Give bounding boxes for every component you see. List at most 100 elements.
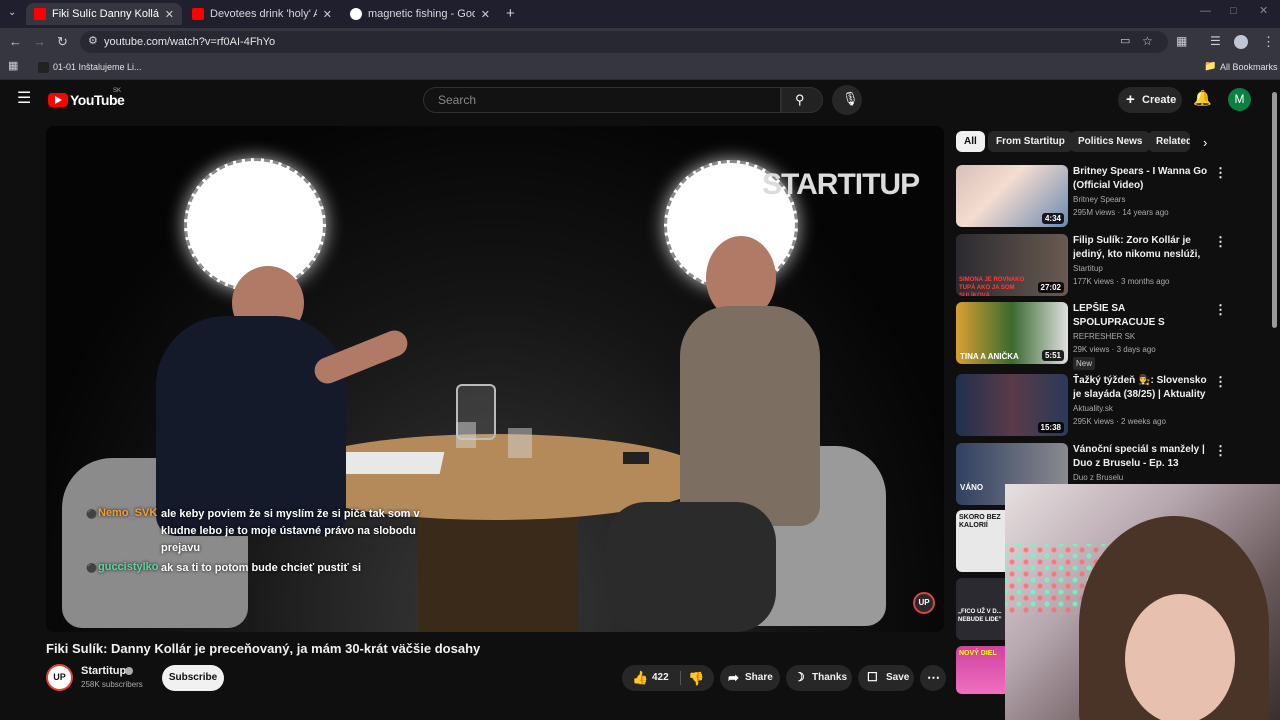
thumbnail-caption: NOVÝ DIEL — [959, 650, 997, 657]
more-options-icon[interactable]: ⋮ — [1214, 302, 1227, 318]
tab-search-icon[interactable]: ⌄ — [8, 8, 16, 18]
all-bookmarks-link[interactable]: All Bookmarks — [1220, 62, 1278, 72]
recommendation-title[interactable]: Filip Sulík: Zoro Kollár je jediný, kto … — [1073, 234, 1209, 262]
thumbnail-caption: SIMONA JE ROVNAKO TUPÁ AKO JA SOM SULÍKO… — [959, 277, 1025, 296]
channel-name[interactable]: Startitup — [81, 665, 126, 677]
browser-tab-active[interactable]: Fiki Sulíc Danny Kollár je prece ✕ — [26, 3, 182, 25]
apps-grid-icon[interactable]: ▦ — [8, 61, 18, 72]
duration-badge: 27:02 — [1037, 282, 1064, 293]
chat-user-icon: ⚫ — [86, 563, 98, 573]
recommendation-meta: 295K views · 2 weeks ago — [1073, 417, 1166, 426]
recommendation-title[interactable]: Ťažký týždeň 👨‍⚖️: Slovensko je slayáda … — [1073, 374, 1209, 402]
youtube-favicon-icon — [192, 8, 204, 20]
recommendation-title[interactable]: Britney Spears - I Wanna Go (Official Vi… — [1073, 165, 1209, 193]
bookmark-item[interactable]: 01-01 Inštalujeme Li... — [53, 62, 142, 72]
region-code: SK — [113, 88, 122, 94]
dislike-icon[interactable]: 👎 — [688, 672, 704, 685]
video-thumbnail[interactable]: 4:34 — [956, 165, 1068, 227]
chip-politics-news[interactable]: Politics News — [1070, 131, 1151, 152]
more-options-icon[interactable]: ⋮ — [1214, 374, 1227, 390]
glass — [508, 428, 532, 458]
host-body-left — [156, 316, 346, 536]
browser-tab-bar: ⌄ Fiki Sulíc Danny Kollár je prece ✕ Dev… — [0, 0, 1280, 28]
tab-title: Fiki Sulíc Danny Kollár je prece — [52, 8, 159, 20]
search-button[interactable]: ⚲ — [781, 87, 823, 113]
video-thumbnail[interactable]: SKORO BEZ KALORIÍ — [956, 510, 1006, 572]
cast-icon[interactable]: ▭ — [1120, 36, 1130, 47]
recommendation-item[interactable]: 4:34 Britney Spears - I Wanna Go (Offici… — [956, 165, 1227, 231]
search-icon: ⚲ — [795, 92, 805, 107]
like-count[interactable]: 422 — [652, 665, 669, 691]
video-thumbnail[interactable]: TINA A ANIČKA 5:51 — [956, 302, 1068, 364]
plus-icon: + — [1126, 91, 1135, 108]
video-player[interactable]: STARTITUP ⚫ Nemo_SVK ale keby poviem že … — [46, 126, 944, 632]
youtube-header: ☰ YouTube SK Search ⚲ 🎙 + Create 🔔 M — [0, 80, 1280, 120]
recommendation-item[interactable]: 15:38 Ťažký týždeň 👨‍⚖️: Slovensko je sl… — [956, 374, 1227, 440]
chat-message-line: prejavu — [161, 542, 201, 554]
create-button[interactable]: + Create — [1118, 87, 1182, 113]
thanks-button[interactable]: ☽ Thanks — [786, 665, 852, 691]
video-thumbnail[interactable]: „FICO UŽ V D... NEBUDE LIDE” — [956, 578, 1006, 640]
recommendation-channel[interactable]: Duo z Bruselu — [1073, 471, 1123, 484]
recommendation-channel[interactable]: Britney Spears — [1073, 193, 1125, 206]
voice-search-button[interactable]: 🎙 — [832, 85, 862, 115]
media-icon[interactable]: ☰ — [1210, 35, 1221, 47]
close-tab-icon[interactable]: ✕ — [165, 8, 174, 21]
video-thumbnail[interactable]: NOVÝ DIEL — [956, 646, 1006, 694]
thanks-icon: ☽ — [794, 670, 805, 684]
webcam-overlay — [1005, 484, 1280, 720]
tab-title: Devotees drink 'holy' AC water — [210, 8, 317, 20]
chevron-right-icon[interactable]: › — [1203, 136, 1207, 149]
site-info-icon[interactable]: ⚙ — [88, 36, 98, 47]
recommendation-channel[interactable]: Aktuality.sk — [1073, 402, 1113, 415]
maximize-icon[interactable]: □ — [1230, 6, 1237, 17]
close-tab-icon[interactable]: ✕ — [481, 8, 490, 21]
page-scrollbar[interactable] — [1272, 92, 1277, 328]
video-thumbnail[interactable]: SIMONA JE ROVNAKO TUPÁ AKO JA SOM SULÍKO… — [956, 234, 1068, 296]
chrome-menu-icon[interactable]: ⋮ — [1262, 35, 1275, 48]
subscribe-button[interactable]: Subscribe — [162, 665, 224, 691]
extensions-icon[interactable]: ▦ — [1176, 35, 1187, 47]
video-title: Fiki Sulík: Danny Kollár je preceňovaný,… — [46, 641, 481, 656]
share-button[interactable]: ➦ Share — [720, 665, 780, 691]
video-thumbnail[interactable]: 15:38 — [956, 374, 1068, 436]
search-input[interactable]: Search — [423, 87, 781, 113]
more-options-icon[interactable]: ⋮ — [1214, 234, 1227, 250]
reload-icon[interactable]: ↻ — [57, 35, 68, 48]
close-window-icon[interactable]: ✕ — [1259, 6, 1268, 17]
new-tab-button[interactable]: + — [506, 6, 515, 21]
profile-avatar[interactable] — [1234, 35, 1248, 49]
more-actions-button[interactable]: ⋯ — [920, 665, 946, 691]
recommendation-item[interactable]: TINA A ANIČKA 5:51 LEPŠIE SA SPOLUPRACUJ… — [956, 302, 1227, 372]
address-bar[interactable]: ⚙ youtube.com/watch?v=rf0AI-4FhYo ▭ ☆ — [80, 31, 1168, 53]
duration-badge: 15:38 — [1037, 422, 1064, 433]
url-text: youtube.com/watch?v=rf0AI-4FhYo — [104, 36, 276, 48]
more-options-icon[interactable]: ⋮ — [1214, 443, 1227, 459]
recommendation-title[interactable]: LEPŠIE SA SPOLUPRACUJE S MAMOU, ČI TATOM… — [1073, 302, 1209, 330]
close-tab-icon[interactable]: ✕ — [323, 8, 332, 21]
hamburger-menu-icon[interactable]: ☰ — [17, 91, 31, 107]
notifications-bell-icon[interactable]: 🔔 — [1193, 91, 1212, 106]
recommendation-title[interactable]: Vánoční speciál s manžely | Duo z Brusel… — [1073, 443, 1209, 471]
bookmark-star-icon[interactable]: ☆ — [1142, 35, 1153, 47]
forward-icon[interactable]: → — [33, 35, 46, 48]
guest-body-right — [680, 306, 820, 526]
recommendation-meta: 29K views · 3 days ago — [1073, 345, 1156, 354]
save-button[interactable]: ☐ Save — [858, 665, 914, 691]
recommendation-channel[interactable]: REFRESHER SK — [1073, 330, 1135, 343]
account-avatar[interactable]: M — [1228, 88, 1251, 111]
minimize-icon[interactable]: — — [1200, 6, 1211, 17]
back-icon[interactable]: ← — [9, 35, 22, 48]
recommendation-item[interactable]: SIMONA JE ROVNAKO TUPÁ AKO JA SOM SULÍKO… — [956, 234, 1227, 300]
chip-from-startitup[interactable]: From Startitup — [988, 131, 1073, 152]
chip-all[interactable]: All — [956, 131, 985, 152]
browser-tab[interactable]: Devotees drink 'holy' AC water ✕ — [184, 3, 340, 25]
recommendation-meta: 295M views · 14 years ago — [1073, 208, 1169, 217]
channel-avatar[interactable]: UP — [46, 664, 73, 691]
like-icon[interactable]: 👍 — [632, 671, 648, 684]
chip-related[interactable]: Related — [1148, 131, 1190, 152]
channel-watermark[interactable]: UP — [913, 592, 935, 614]
browser-tab[interactable]: magnetic fishing - Google Sear ✕ — [342, 3, 498, 25]
more-options-icon[interactable]: ⋮ — [1214, 165, 1227, 181]
recommendation-channel[interactable]: Startitup — [1073, 262, 1103, 275]
